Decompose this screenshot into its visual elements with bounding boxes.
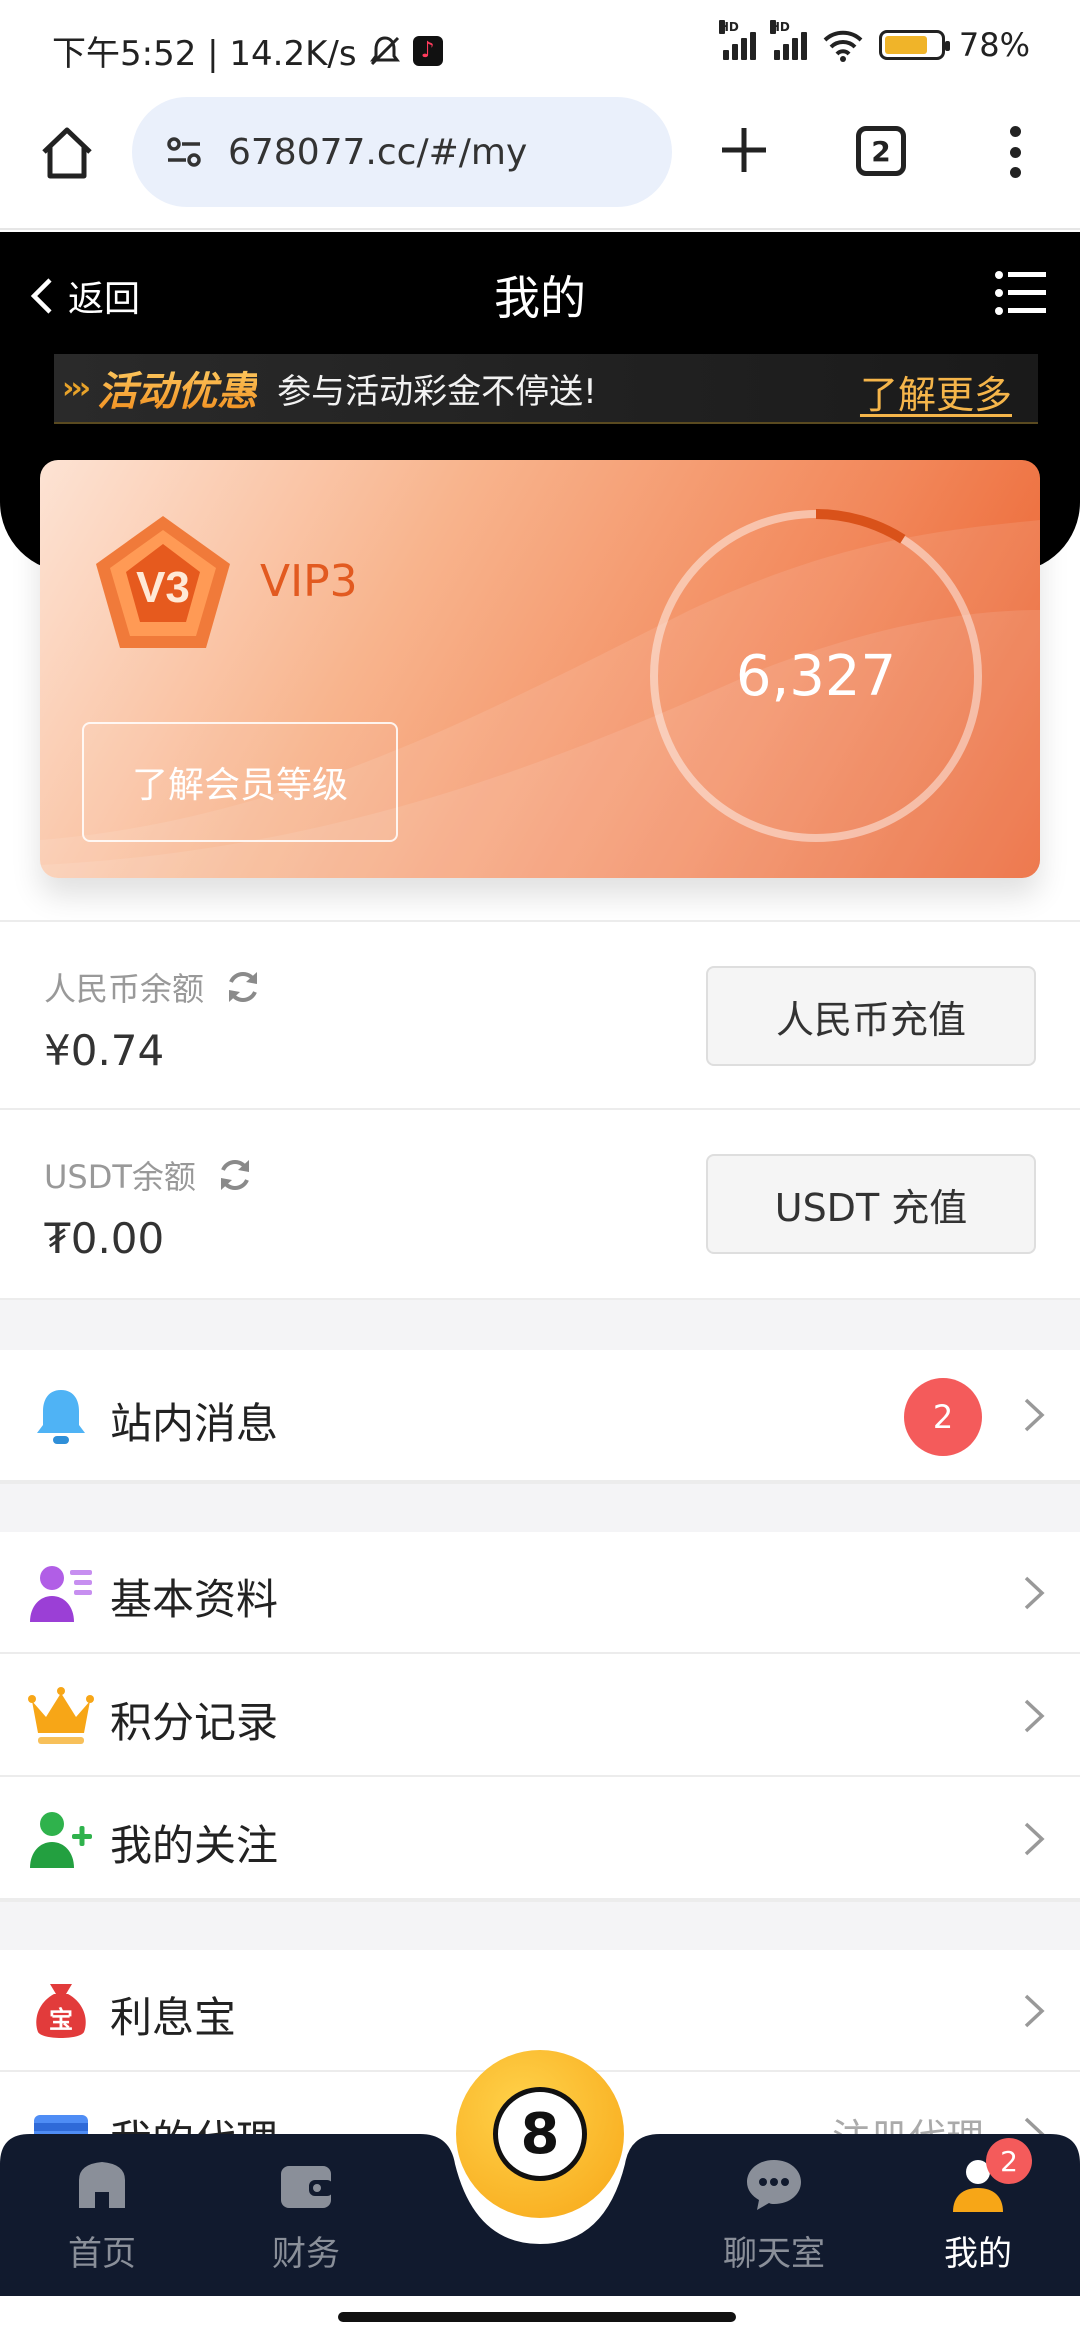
wallet-icon [281,2166,333,2208]
vip-badge-text: V3 [136,563,190,612]
nav-mine-label: 我的 [944,2234,1012,2274]
home-icon[interactable] [36,122,98,184]
nav-home[interactable]: 首页 [22,2154,182,2284]
tiktok-icon: ♪ [412,35,443,66]
mute-bell-icon [369,35,400,65]
section-divider [0,1298,1080,1350]
status-bar: 下午5:52 | 14.2K/s ♪ HD HD 78% [0,0,1080,92]
list-item-follow[interactable]: 我的关注 [0,1778,1080,1900]
status-time-text: 下午5:52 | 14.2K/s [52,34,357,74]
profile-label: 基本资料 [110,1575,279,1624]
page: 下午5:52 | 14.2K/s ♪ HD HD 78% 678077.cc/#… [0,0,1080,2340]
address-bar[interactable]: 678077.cc/#/my [132,97,672,207]
nav-chat[interactable]: 聊天室 [694,2154,854,2284]
nav-home-label: 首页 [68,2234,136,2274]
rmb-balance-label: 人民币余额 [44,970,205,1008]
refresh-icon[interactable] [216,1156,254,1194]
rmb-balance-label-group: 人民币余额 [44,964,262,1010]
battery-text: 78% [958,26,1030,64]
menu-list-icon[interactable] [994,270,1048,316]
list-item-profile[interactable]: 基本资料 [0,1532,1080,1654]
profile-card-icon [30,1566,92,1622]
new-tab-icon[interactable] [716,122,772,178]
section-divider [0,1900,1080,1950]
home-nav-icon [79,2162,125,2208]
promo-arrows-icon: ››› [62,370,91,406]
points-record-label: 积分记录 [110,1698,279,1747]
usdt-balance-label: USDT余额 [44,1158,196,1196]
signal-icon: HD [718,20,756,60]
center-lottery-button[interactable]: 8 [456,2050,624,2218]
eight-ball-icon: 8 [493,2087,587,2181]
url-text: 678077.cc/#/my [228,131,528,173]
follow-label: 我的关注 [110,1821,279,1870]
site-settings-icon[interactable] [162,130,206,174]
chevron-right-icon [1024,1398,1045,1432]
chat-bubble-icon [747,2160,801,2210]
messages-count-badge: 2 [904,1378,982,1456]
bell-icon [37,1390,85,1444]
nav-finance-label: 财务 [272,2234,340,2274]
vip-level-badge-icon: V3 [96,516,230,648]
battery-icon [878,30,950,60]
nav-chat-label: 聊天室 [723,2234,825,2274]
section-divider [0,1482,1080,1532]
chevron-right-icon [1024,1822,1045,1856]
list-item-messages[interactable]: 站内消息 2 [0,1350,1080,1482]
vip-card: V3 VIP3 了解会员等级 6,327 [40,460,1040,878]
chevron-right-icon [1024,1576,1045,1610]
home-indicator[interactable] [338,2312,736,2322]
money-bag-icon: 宝 [36,1984,86,2038]
rmb-balance-amount: ¥0.74 [44,1026,165,1075]
list-item-points[interactable]: 积分记录 [0,1655,1080,1777]
promo-banner[interactable]: ››› 活动优惠 参与活动彩金不停送! 了解更多 [54,354,1038,424]
nav-mine[interactable]: 我的 [898,2154,1058,2284]
promo-text: 参与活动彩金不停送! [277,371,597,412]
promo-tag: 活动优惠 [97,359,257,417]
status-time: 下午5:52 | 14.2K/s ♪ [52,26,443,75]
interest-label: 利息宝 [110,1993,237,2042]
promo-more-link[interactable]: 了解更多 [860,364,1012,419]
page-title: 我的 [494,271,586,325]
member-level-button[interactable]: 了解会员等级 [82,722,398,842]
add-friend-icon [30,1812,92,1868]
tab-switcher-button[interactable]: 2 [856,126,906,176]
wifi-icon [823,30,863,62]
crown-icon [28,1687,94,1744]
rmb-recharge-button[interactable]: 人民币充值 [706,966,1036,1066]
rmb-balance-row: 人民币余额 ¥0.74 人民币充值 [0,920,1080,1108]
signal-icon-2: HD [769,20,807,60]
chevron-right-icon [1024,1994,1045,2028]
usdt-balance-amount: ₮0.00 [44,1214,165,1263]
vip-level-label: VIP3 [260,556,358,607]
points-value: 6,327 [735,643,897,709]
usdt-recharge-button[interactable]: USDT 充值 [706,1154,1036,1254]
refresh-icon[interactable] [224,968,262,1006]
usdt-balance-label-group: USDT余额 [44,1152,254,1198]
mine-notification-badge: 2 [986,2138,1032,2184]
nav-finance[interactable]: 财务 [226,2154,386,2284]
more-menu-icon[interactable] [1000,122,1030,182]
usdt-balance-row: USDT余额 ₮0.00 USDT 充值 [0,1108,1080,1296]
svg-text:宝: 宝 [49,2006,73,2034]
status-right: HD HD 78% [718,20,1030,64]
messages-label: 站内消息 [110,1399,279,1448]
browser-toolbar: 678077.cc/#/my 2 [0,92,1080,230]
chevron-right-icon [1024,1699,1045,1733]
